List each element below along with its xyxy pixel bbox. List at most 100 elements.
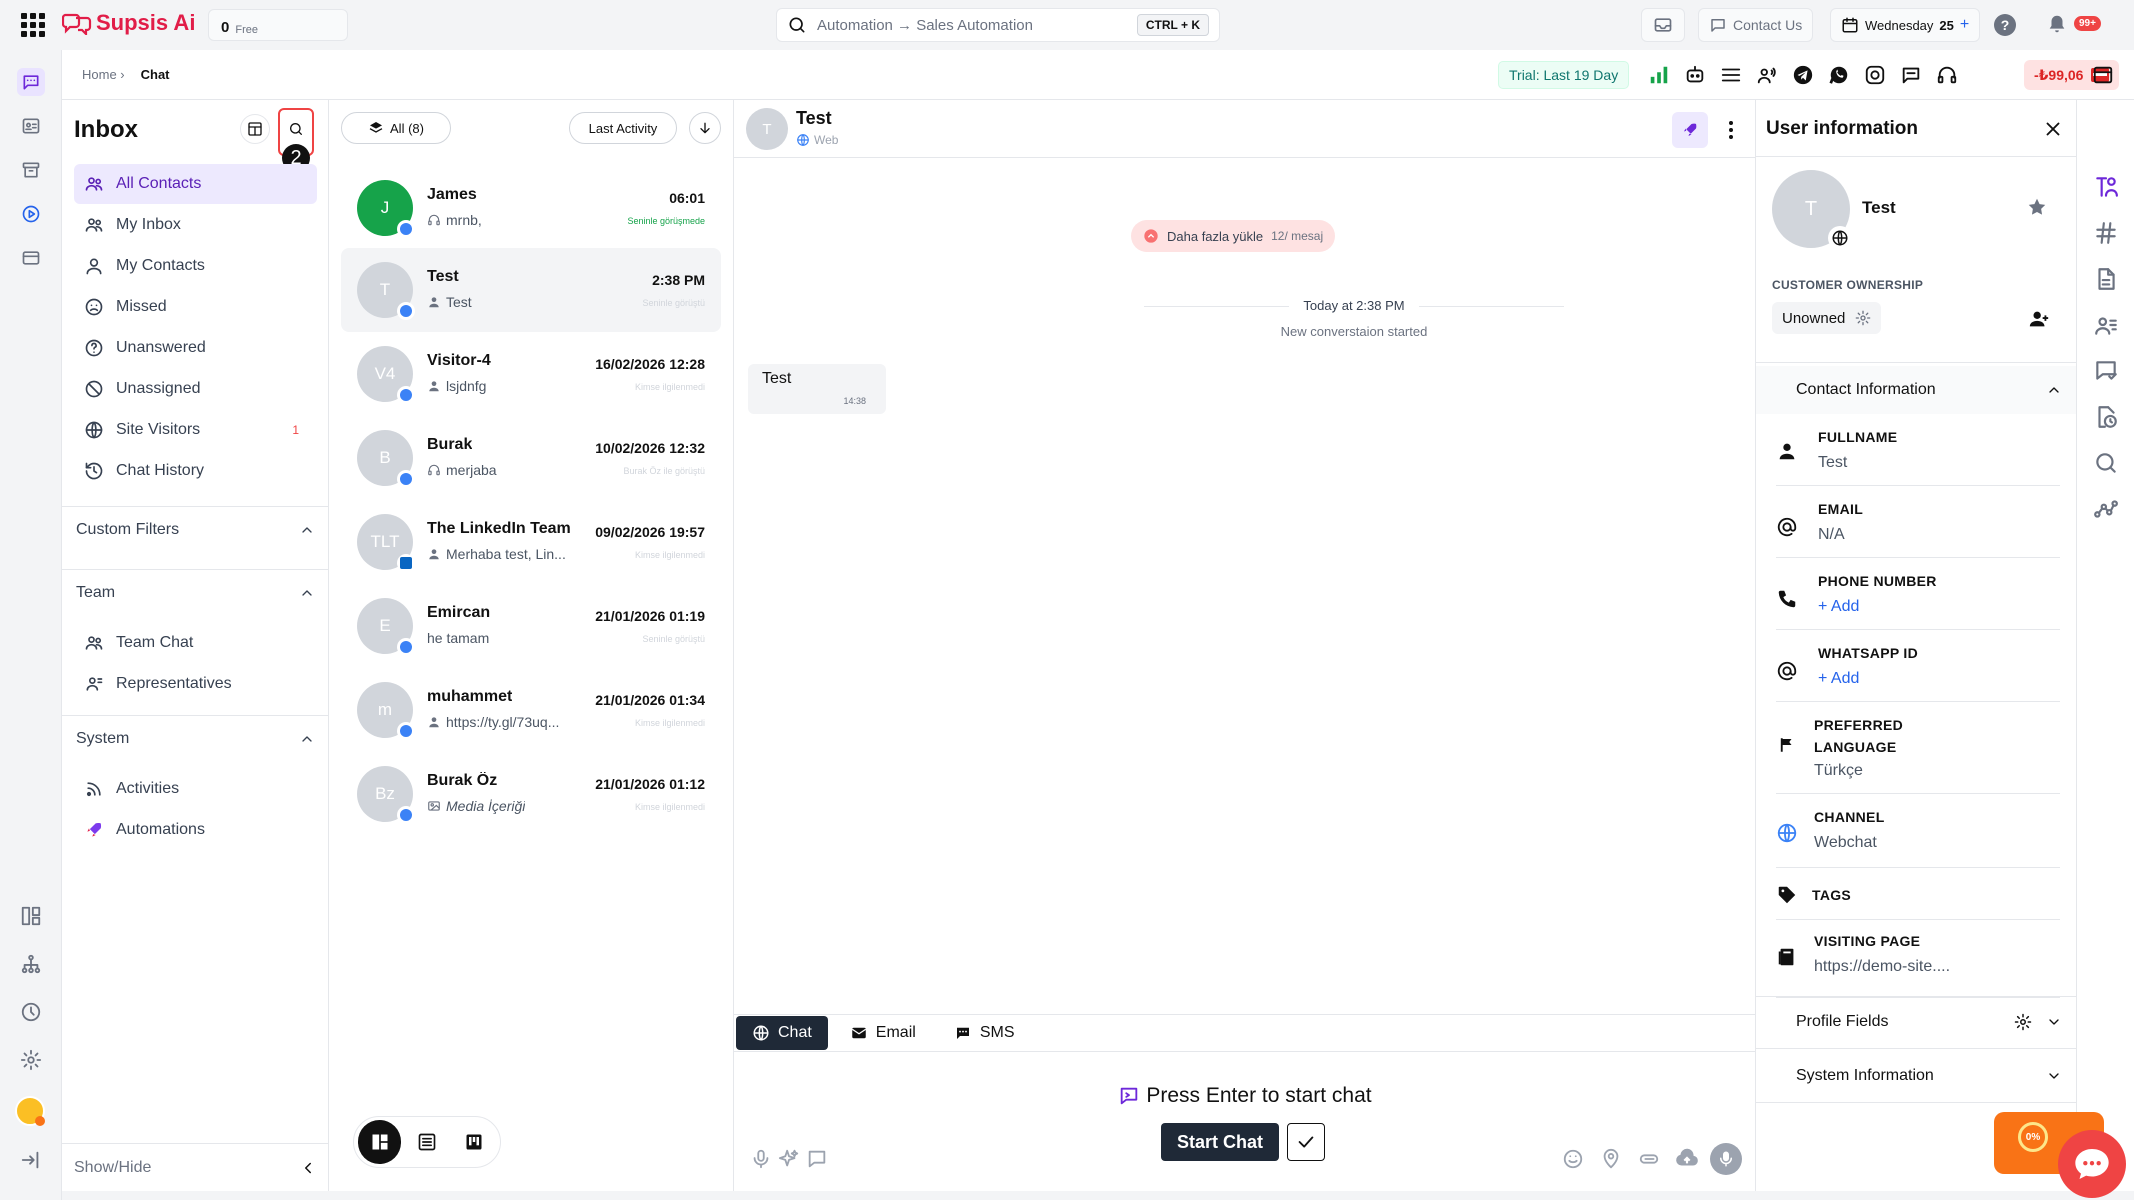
conversation-item[interactable]: E Emircan he tamam 21/01/2026 01:19 Seninle … [341, 584, 721, 668]
layout-toggle-button[interactable] [240, 114, 270, 144]
attachment-icon[interactable] [1636, 1146, 1662, 1172]
confirm-button[interactable] [1287, 1123, 1325, 1161]
star-icon[interactable] [2026, 196, 2048, 218]
contact-card-icon[interactable] [2093, 312, 2119, 338]
field-label[interactable]: TAGS [1812, 884, 1851, 906]
load-more-button[interactable]: Daha fazla yükle 12/ mesaj [1131, 220, 1336, 252]
rail-clock-icon[interactable] [17, 998, 45, 1026]
whatsapp-icon[interactable] [1828, 64, 1850, 86]
tab-sms[interactable]: SMS [938, 1016, 1031, 1050]
nav-missed[interactable]: Missed [74, 287, 317, 327]
telegram-icon[interactable] [1792, 64, 1814, 86]
instagram-icon[interactable] [1864, 64, 1886, 86]
voice-record-icon[interactable] [1710, 1143, 1742, 1175]
section-team[interactable]: Team [62, 569, 329, 615]
nav-my-inbox[interactable]: My Inbox [74, 205, 317, 245]
conversation-item[interactable]: V4 Visitor-4 lsjdnfg 16/02/2026 12:28 Kimse … [341, 332, 721, 416]
filter-all-button[interactable]: All (8) [341, 112, 451, 144]
user-info-icon[interactable] [2093, 174, 2119, 200]
show-hide-toggle[interactable]: Show/Hide [62, 1143, 329, 1191]
voice-user-icon[interactable] [1756, 64, 1778, 86]
conversation-item[interactable]: m muhammet https://ty.gl/73uq... 21/01/2026… [341, 668, 721, 752]
rail-settings-icon[interactable] [17, 1046, 45, 1074]
nav-activities[interactable]: Activities [74, 769, 317, 809]
message-bubble[interactable]: Test 14:38 [748, 364, 886, 414]
apps-grid-icon[interactable] [21, 13, 45, 37]
nav-automations[interactable]: Automations [74, 810, 317, 850]
system-information-accordion[interactable]: System Information [1756, 1052, 2076, 1100]
help-icon[interactable]: ? [1994, 14, 2016, 36]
nav-all-contacts[interactable]: All Contacts [74, 164, 317, 204]
nav-team-chat[interactable]: Team Chat [74, 623, 317, 663]
nav-chat-history[interactable]: Chat History [74, 451, 317, 491]
profile-fields-accordion[interactable]: Profile Fields [1756, 998, 2076, 1046]
field-value[interactable]: Test [1818, 454, 1847, 472]
nav-unassigned[interactable]: Unassigned [74, 369, 317, 409]
sort-direction-button[interactable] [689, 112, 721, 144]
window-icon[interactable] [2092, 64, 2114, 86]
nav-representatives[interactable]: Representatives [74, 664, 317, 704]
view-grid-button[interactable] [358, 1120, 402, 1164]
ownership-dropdown[interactable]: Unowned [1772, 302, 1882, 334]
search-icon[interactable] [2093, 450, 2119, 476]
conversation-item[interactable]: J James mrnb, 06:01 Seninle görüşmede [341, 166, 721, 250]
field-value[interactable]: N/A [1818, 526, 1845, 544]
rail-layout-icon[interactable] [17, 902, 45, 930]
emoji-icon[interactable] [1560, 1146, 1586, 1172]
conversation-item[interactable]: Bz Burak Öz Media İçeriği 21/01/2026 01:12 K… [341, 752, 721, 836]
rail-archive-icon[interactable] [17, 156, 45, 184]
notification-bell-icon[interactable] [2046, 13, 2068, 35]
location-icon[interactable] [1598, 1146, 1624, 1172]
chat-contact-name[interactable]: Test [796, 108, 832, 129]
view-list-button[interactable] [405, 1120, 448, 1164]
date-button[interactable]: Wednesday 25 + [1830, 8, 1981, 42]
ai-sparkle-icon[interactable] [776, 1146, 802, 1172]
headset-icon[interactable] [1936, 64, 1958, 86]
assign-user-icon[interactable] [2028, 308, 2050, 330]
rail-hierarchy-icon[interactable] [17, 950, 45, 978]
automation-button[interactable] [1672, 112, 1708, 148]
user-avatar[interactable] [15, 1096, 45, 1126]
file-clock-icon[interactable] [2093, 404, 2119, 430]
conversation-item[interactable]: T Test Test 2:38 PM Seninle görüştü [341, 248, 721, 332]
trial-badge[interactable]: Trial: Last 19 Day [1498, 61, 1630, 89]
logo[interactable]: Supsis Ai [62, 10, 195, 36]
add-event-icon[interactable]: + [1960, 16, 1969, 34]
add-whatsapp-link[interactable]: + Add [1818, 670, 1859, 688]
contact-us-button[interactable]: Contact Us [1698, 8, 1814, 42]
global-search[interactable]: Automation → Sales Automation CTRL + K [776, 8, 1220, 42]
rail-contacts-icon[interactable] [17, 112, 45, 140]
view-kanban-button[interactable] [453, 1120, 496, 1164]
chat-edit-icon[interactable] [2093, 358, 2119, 384]
microphone-icon[interactable] [748, 1146, 774, 1172]
hashtag-icon[interactable] [2093, 220, 2119, 246]
upload-cloud-icon[interactable] [1674, 1146, 1700, 1172]
add-phone-link[interactable]: + Add [1818, 598, 1859, 616]
robot-icon[interactable] [1684, 64, 1706, 86]
start-chat-button[interactable]: Start Chat [1161, 1123, 1279, 1161]
journey-icon[interactable] [2093, 496, 2119, 522]
rail-chat-icon[interactable] [17, 68, 45, 96]
conversation-item[interactable]: B Burak merjaba 10/02/2026 12:32 Burak Öz il… [341, 416, 721, 500]
nav-my-contacts[interactable]: My Contacts [74, 246, 317, 286]
gear-icon[interactable] [2014, 1013, 2032, 1031]
nav-site-visitors[interactable]: Site Visitors 1 [74, 410, 317, 450]
close-icon[interactable] [2042, 118, 2064, 140]
signal-bars-icon[interactable] [1648, 64, 1670, 86]
sms-icon[interactable] [1900, 64, 1922, 86]
contact-info-accordion[interactable]: Contact Information [1756, 366, 2076, 414]
rail-cards-icon[interactable] [17, 244, 45, 272]
rail-logout-icon[interactable] [17, 1146, 45, 1174]
nav-unanswered[interactable]: Unanswered [74, 328, 317, 368]
credit-box[interactable]: 0 Free [208, 9, 348, 41]
section-system[interactable]: System [62, 715, 329, 761]
rail-play-icon[interactable] [17, 200, 45, 228]
list-icon[interactable] [1720, 64, 1742, 86]
tab-chat[interactable]: Chat [736, 1016, 828, 1050]
chat-widget-button[interactable] [2058, 1130, 2126, 1198]
chat-contact-avatar[interactable]: T [746, 108, 788, 150]
template-icon[interactable] [804, 1146, 830, 1172]
section-custom-filters[interactable]: Custom Filters [62, 506, 329, 552]
sort-button[interactable]: Last Activity [569, 112, 677, 144]
document-icon[interactable] [2093, 266, 2119, 292]
